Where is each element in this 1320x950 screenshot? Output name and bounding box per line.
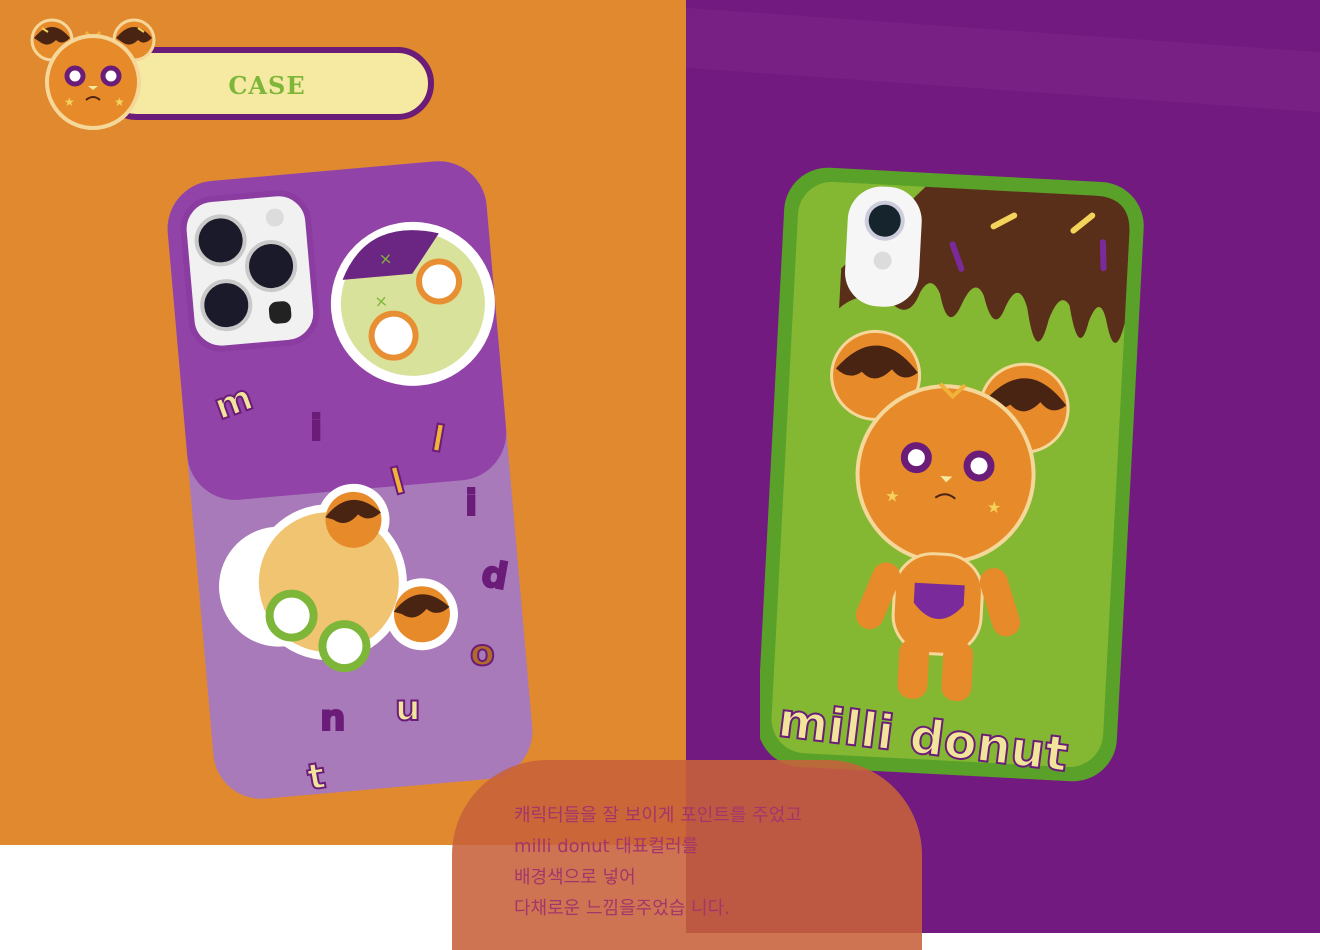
purple-phone-case: × × m i l l i d o n u t	[167, 161, 533, 800]
case-letter: i	[465, 483, 477, 524]
case-letter: i	[310, 408, 322, 449]
case-letter: u	[395, 688, 421, 729]
bear-mascot-icon: ★ ★	[30, 18, 156, 130]
case-letter: o	[470, 633, 495, 674]
caption-text: 캐릭터들을 잘 보이게 포인트를 주었고 milli donut 대표컬러를 배…	[514, 800, 802, 924]
caption-line: 배경색으로 넣어	[514, 867, 636, 888]
caption-line: 캐릭터들을 잘 보이게 포인트를 주었고	[514, 805, 802, 826]
svg-text:×: ×	[374, 291, 389, 311]
caption-line: 다채로운 느낌을주었습 니다.	[514, 898, 730, 919]
caption-line: milli donut 대표컬러를	[514, 836, 699, 857]
case-letter: n	[320, 698, 346, 739]
svg-text:★: ★	[114, 95, 125, 109]
svg-text:×: ×	[378, 249, 393, 269]
svg-text:★: ★	[885, 486, 900, 506]
green-phone-case: ★ ★ milli donut	[760, 167, 1144, 784]
svg-text:★: ★	[64, 95, 75, 109]
svg-text:★: ★	[986, 497, 1001, 517]
